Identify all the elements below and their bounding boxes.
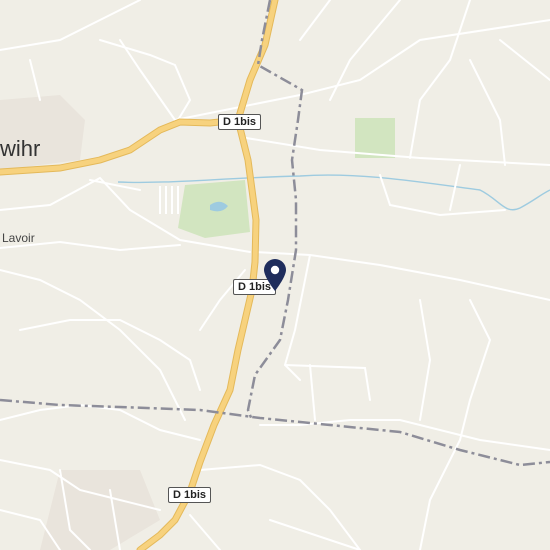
map-view[interactable]: wihr Lavoir D 1bis D 1bis D 1bis — [0, 0, 550, 550]
lavoir-label: Lavoir — [2, 231, 35, 245]
map-pin-icon[interactable] — [262, 258, 288, 292]
park-area — [178, 118, 395, 238]
road-shield-d1bis: D 1bis — [218, 114, 262, 130]
road-shield-d1bis: D 1bis — [168, 487, 212, 503]
town-label: wihr — [0, 136, 41, 161]
parking-lot — [159, 186, 179, 214]
admin-boundaries — [0, 0, 550, 467]
